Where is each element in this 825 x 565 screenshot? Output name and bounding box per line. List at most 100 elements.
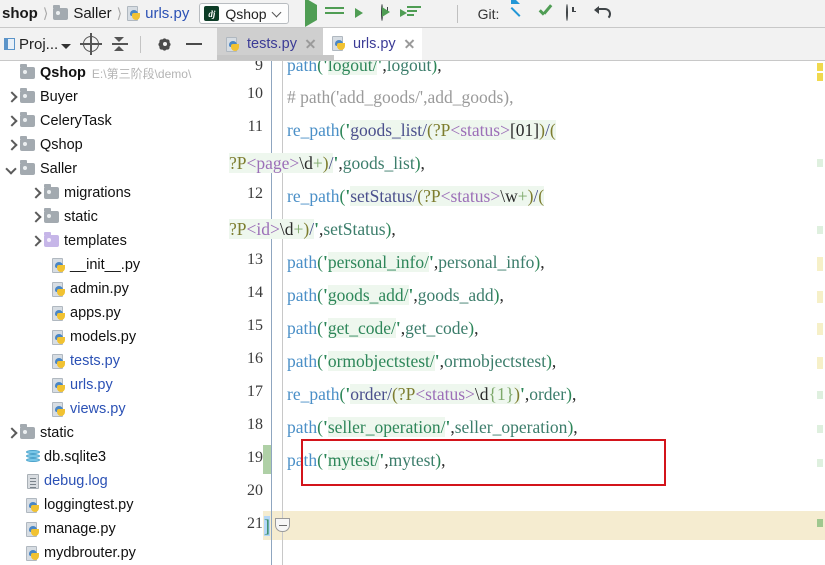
tree-item-label: tests.py: [70, 353, 120, 369]
folder-icon: [20, 112, 35, 127]
chevron-right-icon[interactable]: [4, 114, 18, 128]
tree-item-static-inner[interactable]: static: [0, 205, 217, 229]
collapse-all-button[interactable]: [112, 36, 129, 52]
minus-icon[interactable]: [186, 43, 203, 45]
stripe-change-marker[interactable]: [817, 519, 823, 527]
tree-item-models-py[interactable]: models.py: [0, 325, 217, 349]
code-content[interactable]: path('logout/',logout), # path('add_good…: [229, 61, 825, 565]
stripe-warning-marker[interactable]: [817, 357, 823, 369]
stripe-warning-marker[interactable]: [817, 257, 823, 271]
tree-item-buyer[interactable]: Buyer: [0, 85, 217, 109]
tab-urls-py[interactable]: urls.py: [322, 28, 422, 60]
project-tree[interactable]: Qshop E:\第三阶段\demo\ Buyer CeleryTask Qsh…: [0, 61, 217, 565]
code-editor[interactable]: 9 10 11 12 13 14 15 16 17 18 19 20 21 pa…: [217, 61, 825, 565]
tree-item-qshop[interactable]: Qshop: [0, 133, 217, 157]
run-with-coverage-button[interactable]: [355, 5, 372, 22]
line-number: 21: [247, 515, 263, 532]
folder-purple-icon: [44, 232, 59, 247]
error-stripe-gutter[interactable]: [814, 61, 825, 565]
line-number: 12: [247, 185, 263, 202]
python-file-icon: [26, 521, 40, 537]
breadcrumb-item-file[interactable]: urls.py: [127, 5, 189, 22]
chevron-right-icon[interactable]: [28, 210, 42, 224]
chevron-right-icon[interactable]: [4, 138, 18, 152]
breadcrumb-item-saller[interactable]: Saller: [53, 4, 112, 22]
git-commit-button[interactable]: [538, 5, 555, 22]
python-file-icon: [52, 329, 66, 345]
git-rollback-button[interactable]: [594, 5, 611, 22]
scroll-from-source-button[interactable]: [80, 33, 103, 55]
git-history-button[interactable]: [566, 4, 583, 22]
tree-item-tests-py[interactable]: tests.py: [0, 349, 217, 373]
git-update-project-button[interactable]: [510, 5, 527, 22]
breadcrumb-item-project[interactable]: shop: [2, 5, 38, 22]
line-number: 9: [255, 61, 263, 74]
stripe-info-marker[interactable]: [817, 425, 823, 433]
run-configuration-selector[interactable]: dj Qshop: [199, 3, 289, 24]
tree-item-label: templates: [64, 233, 127, 249]
tree-item-migrations[interactable]: migrations: [0, 181, 217, 205]
code-fold-marker[interactable]: [275, 518, 290, 532]
tree-item-label: Qshop: [40, 65, 86, 81]
tree-item-label: CeleryTask: [40, 113, 112, 129]
line-number: 10: [247, 85, 263, 102]
tree-item-init-py[interactable]: __init__.py: [0, 253, 217, 277]
tree-item-admin-py[interactable]: admin.py: [0, 277, 217, 301]
stripe-info-marker[interactable]: [817, 159, 823, 167]
tree-item-qshop-root[interactable]: Qshop E:\第三阶段\demo\: [0, 61, 217, 85]
folder-icon: [44, 184, 59, 199]
line-number-gutter: 9 10 11 12 13 14 15 16 17 18 19 20 21: [217, 61, 263, 565]
tree-item-label: loggingtest.py: [44, 497, 134, 513]
tree-item-label: Buyer: [40, 89, 78, 105]
vcs-change-marker[interactable]: [263, 445, 271, 474]
profile-button[interactable]: [380, 4, 398, 22]
chevron-right-icon[interactable]: [4, 90, 18, 104]
python-file-icon: [26, 545, 40, 561]
chevron-down-icon: [273, 9, 282, 18]
stripe-warning-marker[interactable]: [817, 323, 823, 335]
folder-icon: [20, 88, 35, 103]
tree-item-apps-py[interactable]: apps.py: [0, 301, 217, 325]
stripe-info-marker[interactable]: [817, 391, 823, 399]
stripe-warning-marker[interactable]: [817, 291, 823, 303]
chevron-down-icon[interactable]: [4, 162, 18, 176]
stripe-warning-marker[interactable]: [817, 63, 823, 71]
close-icon[interactable]: [403, 38, 415, 50]
tree-item-debug-log[interactable]: debug.log: [0, 469, 217, 493]
tree-item-celerytask[interactable]: CeleryTask: [0, 109, 217, 133]
tree-item-loggingtest-py[interactable]: loggingtest.py: [0, 493, 217, 517]
tree-item-static-root[interactable]: static: [0, 421, 217, 445]
close-icon[interactable]: [304, 38, 316, 50]
python-file-icon: [52, 353, 66, 369]
tree-item-mydbrouter-py[interactable]: mydbrouter.py: [0, 541, 217, 565]
line-number: 14: [247, 284, 263, 301]
breadcrumb: shop ⟩ Saller ⟩ urls.py: [0, 0, 189, 27]
chevron-right-icon[interactable]: [28, 186, 42, 200]
tree-item-db-sqlite3[interactable]: db.sqlite3: [0, 445, 217, 469]
chevron-right-icon[interactable]: [4, 426, 18, 440]
code-line-10: # path('add_goods/',add_goods),: [287, 87, 514, 107]
python-file-icon: [52, 377, 66, 393]
panel-splitter[interactable]: [217, 55, 334, 60]
tree-item-templates[interactable]: templates: [0, 229, 217, 253]
line-number: 17: [247, 383, 263, 400]
gear-icon[interactable]: [157, 37, 172, 52]
line-number: 16: [247, 350, 263, 367]
chevron-right-icon[interactable]: [28, 234, 42, 248]
breadcrumb-separator: ⟩: [42, 5, 49, 21]
stripe-info-marker[interactable]: [817, 226, 823, 234]
tree-item-saller[interactable]: Saller: [0, 157, 217, 181]
triangle-down-icon[interactable]: [61, 43, 72, 49]
run-queue-button[interactable]: [399, 5, 424, 22]
python-file-icon: [127, 6, 141, 21]
debug-button[interactable]: [329, 5, 346, 22]
run-button[interactable]: [303, 0, 320, 27]
tree-item-manage-py[interactable]: manage.py: [0, 517, 217, 541]
tree-item-urls-py[interactable]: urls.py: [0, 373, 217, 397]
folder-icon: [53, 4, 69, 20]
tree-item-views-py[interactable]: views.py: [0, 397, 217, 421]
stripe-info-marker[interactable]: [817, 459, 823, 467]
stripe-warning-marker[interactable]: [817, 73, 823, 81]
folder-icon: [20, 424, 35, 439]
stop-button[interactable]: [433, 5, 450, 22]
